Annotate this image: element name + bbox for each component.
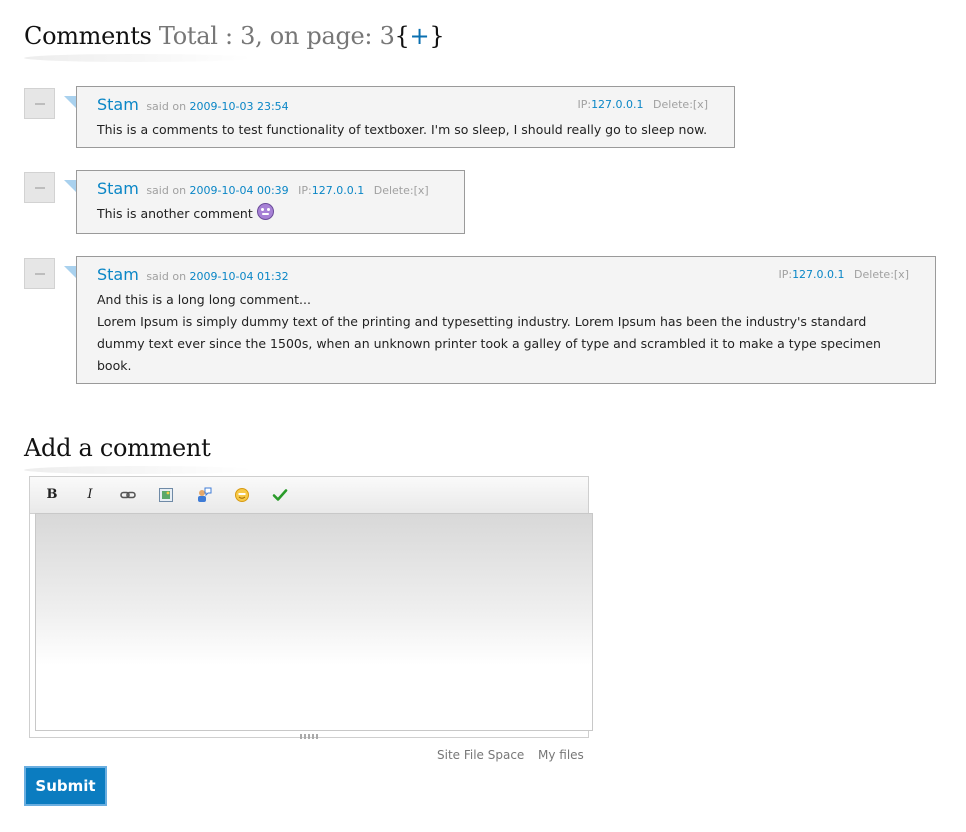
said-on-label: said on	[146, 270, 187, 283]
comment-date: 2009-10-03 23:54	[189, 100, 289, 113]
delete-link[interactable]: Delete:[x]	[854, 268, 909, 281]
comment-body: This is another comment	[97, 203, 440, 225]
comments-title: Comments	[24, 22, 152, 50]
on-page-label: on page:	[269, 22, 373, 50]
comment-pointer	[64, 266, 76, 278]
comments-heading: Comments Total : 3, on page: 3{+}	[24, 22, 445, 50]
comment-body: This is a comments to test functionality…	[97, 119, 710, 141]
on-page-count: 3	[379, 22, 395, 50]
submit-button[interactable]: Submit	[24, 766, 107, 806]
comment-meta: IP:127.0.0.1 Delete:[x]	[577, 98, 708, 111]
site-file-space-link[interactable]: Site File Space	[437, 748, 524, 762]
comment-item: Stam said on 2009-10-04 01:32 IP:127.0.0…	[76, 256, 936, 384]
devil-smiley-icon	[256, 203, 274, 220]
delete-link[interactable]: Delete:[x]	[653, 98, 708, 111]
comment-date: 2009-10-04 01:32	[189, 270, 289, 283]
resize-grip[interactable]	[300, 734, 320, 739]
comment-header: Stam said on 2009-10-04 01:32 IP:127.0.0…	[97, 265, 909, 284]
comment-text: This is another comment	[97, 203, 440, 225]
check-icon[interactable]	[272, 487, 288, 503]
heading-underline	[24, 54, 254, 62]
comment-body: And this is a long long comment... Lorem…	[97, 289, 911, 377]
add-comment-title: Add a comment	[24, 434, 211, 462]
comment-meta: IP:127.0.0.1 Delete:[x]	[778, 268, 909, 281]
comment-meta: IP:127.0.0.1 Delete:[x]	[298, 184, 429, 197]
comment-author[interactable]: Stam	[97, 95, 139, 114]
comment-author[interactable]: Stam	[97, 265, 139, 284]
said-on-label: said on	[146, 100, 187, 113]
avatar	[24, 172, 55, 203]
my-files-link[interactable]: My files	[538, 748, 584, 762]
ip-value: 127.0.0.1	[591, 98, 644, 111]
comment-text-span: This is another comment	[97, 206, 253, 221]
quote-icon[interactable]	[196, 487, 212, 503]
avatar	[24, 88, 55, 119]
smiley-icon[interactable]	[234, 487, 250, 503]
avatar	[24, 258, 55, 289]
ip-label: IP:	[778, 268, 793, 281]
ip-label: IP:	[577, 98, 592, 111]
ip-value: 127.0.0.1	[792, 268, 845, 281]
image-icon[interactable]	[158, 487, 174, 503]
comment-date: 2009-10-04 00:39	[189, 184, 289, 197]
comment-editor: B I	[29, 476, 593, 739]
italic-icon[interactable]: I	[82, 487, 98, 503]
add-comment-plus-link[interactable]: +	[410, 22, 430, 50]
comment-text: Lorem Ipsum is simply dummy text of the …	[97, 314, 881, 373]
comment-author[interactable]: Stam	[97, 179, 139, 198]
bold-icon[interactable]: B	[44, 487, 60, 503]
comment-header: Stam said on 2009-10-04 00:39 IP:127.0.0…	[97, 179, 438, 198]
total-count: 3,	[240, 22, 263, 50]
total-label: Total :	[158, 22, 233, 50]
comment-pointer	[64, 180, 76, 192]
ip-value: 127.0.0.1	[311, 184, 365, 197]
comment-item: Stam said on 2009-10-03 23:54 IP:127.0.0…	[76, 86, 735, 148]
link-icon[interactable]	[120, 487, 136, 503]
editor-toolbar: B I	[30, 477, 588, 514]
comment-text: And this is a long long comment...	[97, 292, 311, 307]
comment-header: Stam said on 2009-10-03 23:54 IP:127.0.0…	[97, 95, 708, 114]
ip-label: IP:	[298, 184, 312, 197]
comment-textarea[interactable]	[35, 513, 593, 731]
comment-text: This is a comments to test functionality…	[97, 122, 708, 137]
said-on-label: said on	[146, 184, 187, 197]
comment-pointer	[64, 96, 76, 108]
heading-underline	[24, 466, 254, 474]
open-brace: {	[394, 22, 410, 50]
delete-link[interactable]: Delete:[x]	[374, 184, 429, 197]
close-brace: }	[429, 22, 445, 50]
comment-item: Stam said on 2009-10-04 00:39 IP:127.0.0…	[76, 170, 465, 234]
